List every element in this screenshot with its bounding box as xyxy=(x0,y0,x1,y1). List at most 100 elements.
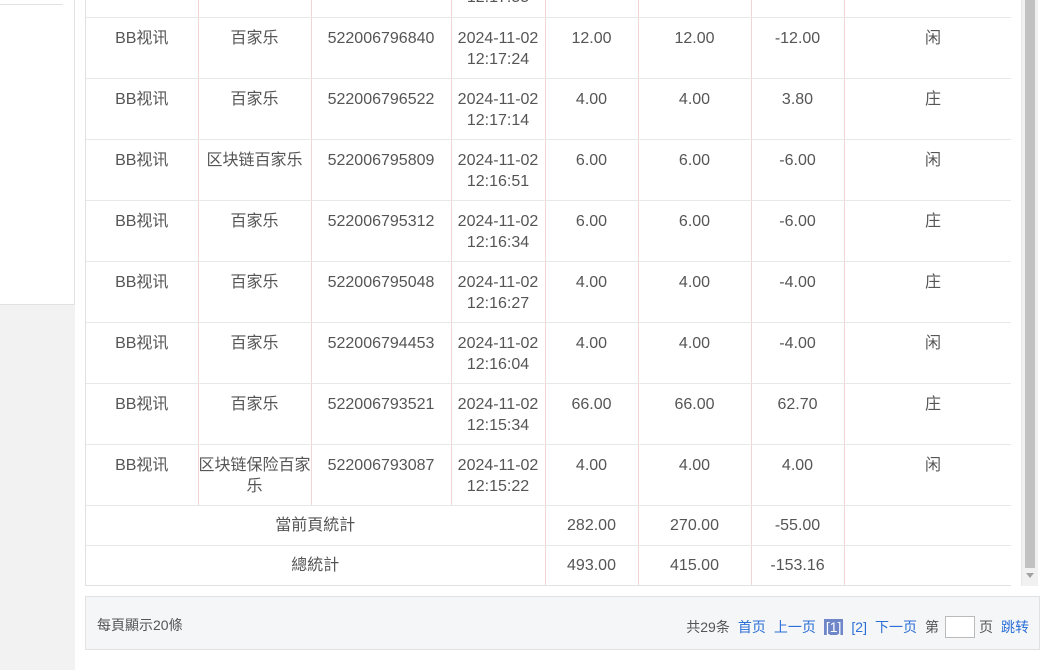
summary-empty xyxy=(844,505,1011,546)
pagination-bar: 每頁顯示20條 共29条 首页 上一页 [1] [2] 下一页 第 页 跳转 xyxy=(85,596,1040,650)
page-total-row: 當前頁統計 282.00 270.00 -55.00 xyxy=(86,505,1011,546)
cell-datetime: 2024-11-02 12:16:04 xyxy=(451,322,546,384)
table-row: BB视讯 百家乐 522006795048 2024-11-02 12:16:27 4.0… xyxy=(86,261,1011,323)
cell-datetime: 2024-11-02 12:16:27 xyxy=(451,261,546,323)
cell-profit: 62.70 xyxy=(751,383,845,445)
summary-bet: 282.00 xyxy=(545,505,639,546)
vertical-scrollbar[interactable] xyxy=(1021,0,1038,586)
cell-datetime: 2024-11-02 12:17:14 xyxy=(451,78,546,140)
cell-datetime: 2024-11-02 12:15:22 xyxy=(451,444,546,506)
cell-result: 庄 xyxy=(844,200,1011,262)
table-row: BB视讯 区块链保险百家乐 522006793087 2024-11-02 12:15:… xyxy=(86,444,1011,506)
cell-date: 2024-11-02 xyxy=(457,90,539,108)
cell-bet: 12.00 xyxy=(545,17,639,79)
next-page-link[interactable]: 下一页 xyxy=(875,617,917,637)
cell-date: 2024-11-02 xyxy=(457,395,539,413)
cell-platform: BB视讯 xyxy=(86,261,199,323)
summary-valid-bet: 270.00 xyxy=(638,505,752,546)
cell-order: 522006796522 xyxy=(311,78,452,140)
table-row: BB视讯 百家乐 522006795312 2024-11-02 12:16:34 6.0… xyxy=(86,200,1011,262)
cell-platform: BB视讯 xyxy=(86,383,199,445)
summary-bet: 493.00 xyxy=(545,545,639,585)
summary-label: 當前頁統計 xyxy=(86,505,546,546)
cell-time: 12:17:55 xyxy=(452,0,545,8)
cell-valid-bet: 4.00 xyxy=(638,322,752,384)
per-page-text: 每頁顯示20條 xyxy=(97,617,183,633)
cell-platform: BB视讯 xyxy=(86,444,199,506)
cell-game: 百家乐 xyxy=(198,261,312,323)
cell-platform: BB视讯 xyxy=(86,78,199,140)
cell-order: 522006793087 xyxy=(311,444,452,506)
cell-date: 2024-11-02 xyxy=(457,334,539,352)
cell-game: 百家乐 xyxy=(198,17,312,79)
cell-valid-bet: 4.00 xyxy=(638,261,752,323)
cell-result: 庄 xyxy=(844,261,1011,323)
cell-bet: 4.00 xyxy=(545,261,639,323)
cell-time: 12:17:24 xyxy=(466,50,530,68)
cell-date: 2024-11-02 xyxy=(457,29,539,47)
cell-platform: BB视讯 xyxy=(86,17,199,79)
scrollbar-thumb[interactable] xyxy=(1025,0,1035,568)
cell-date: 2024-11-02 xyxy=(457,456,539,474)
cell-time: 12:15:34 xyxy=(466,416,530,434)
total-count: 共29条 xyxy=(686,619,730,635)
table-row: BB视讯 区块链百家乐 522006795809 2024-11-02 12:16:51… xyxy=(86,139,1011,201)
cell-bet: 4.00 xyxy=(545,322,639,384)
records-table: 12:17:55 BB视讯百家乐5220067968402024-11-0212… xyxy=(86,0,1011,585)
goto-button[interactable]: 跳转 xyxy=(1001,617,1029,637)
cell-date: 2024-11-02 xyxy=(457,273,539,291)
summary-label: 總統計 xyxy=(86,545,546,585)
prev-page-link[interactable]: 上一页 xyxy=(774,617,816,637)
cell-datetime: 2024-11-02 12:15:34 xyxy=(451,383,546,445)
cell-bet: 6.00 xyxy=(545,200,639,262)
page-prefix: 第 xyxy=(925,619,939,635)
page-suffix: 页 xyxy=(979,619,993,635)
pagination-controls: 共29条 首页 上一页 [1] [2] 下一页 第 页 跳转 xyxy=(678,616,1029,638)
cell-platform: BB视讯 xyxy=(86,322,199,384)
cell-time: 12:16:04 xyxy=(466,355,530,373)
cell-time: 12:16:27 xyxy=(466,294,530,312)
cell-valid-bet: 4.00 xyxy=(638,78,752,140)
cell-bet: 66.00 xyxy=(545,383,639,445)
cell-valid-bet: 12.00 xyxy=(638,17,752,79)
cell-result: 闲 xyxy=(844,17,1011,79)
cell-valid-bet: 4.00 xyxy=(638,444,752,506)
left-panel xyxy=(0,0,75,670)
cell-order: 522006796840 xyxy=(311,17,452,79)
cell-platform: BB视讯 xyxy=(86,200,199,262)
summary-profit: -153.16 xyxy=(751,545,845,585)
cell-time: 12:16:51 xyxy=(466,172,530,190)
bet-records-table: 12:17:55 BB视讯百家乐5220067968402024-11-0212… xyxy=(85,0,1011,586)
cell-game: 百家乐 xyxy=(198,200,312,262)
cell-profit: -12.00 xyxy=(751,17,845,79)
cell-time: 12:16:34 xyxy=(466,233,530,251)
cell-date: 2024-11-02 xyxy=(457,151,539,169)
summary-valid-bet: 415.00 xyxy=(638,545,752,585)
cell-datetime: 2024-11-02 12:16:51 xyxy=(451,139,546,201)
table-row: BB视讯 百家乐 522006796840 2024-11-02 12:17:24 12.… xyxy=(86,17,1011,79)
cell-result: 闲 xyxy=(844,139,1011,201)
summary-profit: -55.00 xyxy=(751,505,845,546)
cell-profit: 3.80 xyxy=(751,78,845,140)
cell-platform: BB视讯 xyxy=(86,139,199,201)
cell-profit: -4.00 xyxy=(751,261,845,323)
cell-bet: 4.00 xyxy=(545,78,639,140)
first-page-link[interactable]: 首页 xyxy=(738,617,766,637)
cell-time: 12:17:14 xyxy=(466,111,530,129)
cell-datetime: 2024-11-02 12:16:34 xyxy=(451,200,546,262)
page-number-input[interactable] xyxy=(945,616,975,638)
cell-profit: 4.00 xyxy=(751,444,845,506)
page-2-link[interactable]: [2] xyxy=(851,619,867,635)
scroll-down-arrow-icon[interactable] xyxy=(1026,573,1034,578)
cell-game: 百家乐 xyxy=(198,78,312,140)
cell-order: 522006795048 xyxy=(311,261,452,323)
cell-order: 522006794453 xyxy=(311,322,452,384)
cell-result: 庄 xyxy=(844,383,1011,445)
table-row: BB视讯 百家乐 522006794453 2024-11-02 12:16:04 4.0… xyxy=(86,322,1011,384)
left-card xyxy=(0,0,75,305)
cell-result: 闲 xyxy=(844,322,1011,384)
current-page: [1] xyxy=(823,619,844,635)
cell-time: 12:15:22 xyxy=(466,477,530,495)
cell-datetime: 2024-11-02 12:17:24 xyxy=(451,17,546,79)
cell-order: 522006793521 xyxy=(311,383,452,445)
